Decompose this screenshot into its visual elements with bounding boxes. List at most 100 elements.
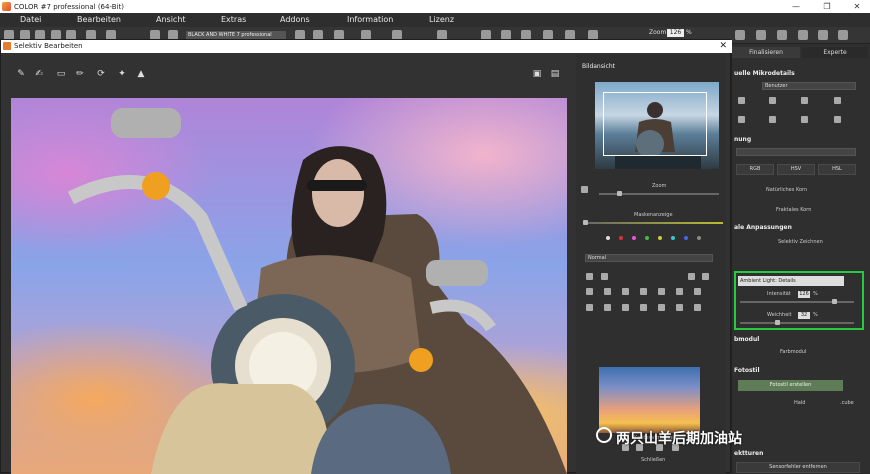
- grain-fractal-label[interactable]: Fraktales Korn: [776, 207, 811, 213]
- brush-hard-icon[interactable]: [604, 288, 611, 295]
- menu-addons[interactable]: Addons: [280, 15, 310, 24]
- fit-icon[interactable]: [735, 30, 745, 40]
- split-view-icon[interactable]: [756, 30, 766, 40]
- mask-clear-icon[interactable]: [604, 304, 611, 311]
- preview-panel: Bildansicht Zoom Maskenanzeige Normal Ka…: [576, 54, 726, 474]
- magic-wand-icon[interactable]: ✦: [117, 69, 127, 79]
- brush-feather-icon[interactable]: [640, 288, 647, 295]
- grain-natural-label[interactable]: Natürliches Korn: [766, 187, 807, 193]
- softness-slider[interactable]: [740, 320, 854, 325]
- mask-color-cyan[interactable]: [671, 236, 675, 240]
- maximize-icon[interactable]: ❐: [815, 0, 839, 13]
- preview-selection-frame[interactable]: [603, 92, 707, 156]
- tab-finalisieren[interactable]: Finalisieren: [732, 47, 800, 58]
- panel-icon[interactable]: [798, 30, 808, 40]
- mask-save-icon[interactable]: ▤: [550, 69, 560, 79]
- brush-flow-icon[interactable]: [658, 288, 665, 295]
- sensor-fix-button[interactable]: Sensorfehler entfernen: [736, 462, 860, 473]
- fullscreen-icon[interactable]: [777, 30, 787, 40]
- mask-edge-icon[interactable]: [694, 304, 701, 311]
- dialog-close-icon[interactable]: ✕: [719, 40, 727, 53]
- right-panel: Finalisieren Experte uelle Mikrodetails …: [731, 44, 870, 473]
- mask-color-yellow[interactable]: [658, 236, 662, 240]
- zoom-input[interactable]: 126: [667, 29, 684, 37]
- undo-brush-icon[interactable]: [586, 273, 593, 280]
- menu-icon[interactable]: [838, 30, 848, 40]
- redo-brush-icon[interactable]: [601, 273, 608, 280]
- softness-input[interactable]: 32: [798, 312, 810, 319]
- close-button[interactable]: Schließen: [641, 457, 665, 463]
- eraser-icon[interactable]: ▭: [56, 69, 66, 79]
- mask-color-gray[interactable]: [697, 236, 701, 240]
- hills-icon[interactable]: [801, 97, 808, 104]
- micro-preset-select[interactable]: Benutzer: [762, 82, 856, 90]
- mask-display-slider[interactable]: [583, 220, 723, 225]
- micro-section-title: uelle Mikrodetails: [734, 70, 795, 77]
- preview-zoom-slider[interactable]: [599, 191, 719, 196]
- brush-opacity-icon[interactable]: [676, 288, 683, 295]
- mask-blur-icon[interactable]: [640, 304, 647, 311]
- brush-size-icon[interactable]: [586, 288, 593, 295]
- intensity-input[interactable]: 126: [798, 291, 810, 298]
- ambient-mode-select[interactable]: Ambient Light: Details: [738, 276, 844, 286]
- mask-color-red[interactable]: [619, 236, 623, 240]
- brush-icon[interactable]: ✎: [16, 69, 26, 79]
- preview-nav-icon[interactable]: [581, 186, 588, 193]
- watermark-text: 两只山羊后期加油站: [616, 431, 742, 447]
- brush-presets-icon[interactable]: [702, 273, 709, 280]
- help-icon[interactable]: [818, 30, 828, 40]
- person-icon[interactable]: [801, 116, 808, 123]
- mask-contract-icon[interactable]: [676, 304, 683, 311]
- menu-lizenz[interactable]: Lizenz: [429, 15, 454, 24]
- menu-ansicht[interactable]: Ansicht: [156, 15, 186, 24]
- soft-brush-icon[interactable]: ✍: [34, 69, 44, 79]
- lasso-icon[interactable]: ⟳: [96, 69, 106, 79]
- portrait-icon[interactable]: [738, 116, 745, 123]
- brush-options-icon[interactable]: [688, 273, 695, 280]
- tree-icon[interactable]: [769, 116, 776, 123]
- menu-datei[interactable]: Datei: [20, 15, 41, 24]
- image-canvas[interactable]: [11, 98, 567, 474]
- mask-load-icon[interactable]: ▣: [532, 69, 542, 79]
- dialog-title-bar: Selektiv Bearbeiten ✕: [1, 40, 732, 53]
- brush-edge-icon[interactable]: [694, 288, 701, 295]
- mask-invert-icon[interactable]: [586, 304, 593, 311]
- dialog-icon: [3, 42, 11, 50]
- color-module-label[interactable]: Farbmodul: [780, 349, 806, 355]
- menu-extras[interactable]: Extras: [221, 15, 246, 24]
- dialog-title: Selektiv Bearbeiten: [14, 42, 83, 50]
- tab-experte[interactable]: Experte: [802, 47, 868, 58]
- menu-bearbeiten[interactable]: Bearbeiten: [77, 15, 121, 24]
- gradient-icon[interactable]: ✏: [75, 69, 85, 79]
- minimize-icon[interactable]: —: [784, 0, 808, 13]
- intensity-knob[interactable]: [832, 299, 837, 304]
- color-section-title: nung: [734, 136, 752, 143]
- hsv-button[interactable]: HSV: [777, 164, 815, 175]
- mask-color-pink[interactable]: [632, 236, 636, 240]
- landscape-icon[interactable]: [769, 97, 776, 104]
- create-fotostil-button[interactable]: Fotostil erstellen: [738, 380, 843, 391]
- menu-information[interactable]: Information: [347, 15, 393, 24]
- preview-thumbnail[interactable]: [595, 82, 719, 169]
- horse-icon[interactable]: [834, 97, 841, 104]
- mountain-icon[interactable]: [738, 97, 745, 104]
- brush-soft-icon[interactable]: [622, 288, 629, 295]
- softness-knob[interactable]: [775, 320, 780, 325]
- intensity-slider[interactable]: [740, 299, 854, 304]
- mask-fill-icon[interactable]: [622, 304, 629, 311]
- hsl-button[interactable]: HSL: [818, 164, 856, 175]
- softness-unit: %: [813, 312, 818, 318]
- rgb-button[interactable]: RGB: [736, 164, 774, 175]
- mask-color-blue[interactable]: [684, 236, 688, 240]
- star-icon[interactable]: [834, 116, 841, 123]
- mask-color-white[interactable]: [606, 236, 610, 240]
- blend-mode-select[interactable]: Normal: [585, 254, 713, 262]
- window-title-bar: COLOR #7 professional (64-Bit) — ❐ ✕: [0, 0, 870, 13]
- mask-color-green[interactable]: [645, 236, 649, 240]
- fill-icon[interactable]: ▲: [136, 69, 146, 79]
- mask-expand-icon[interactable]: [658, 304, 665, 311]
- selective-draw-label[interactable]: Selektiv Zeichnen: [778, 239, 823, 245]
- close-icon[interactable]: ✕: [845, 0, 869, 13]
- preview-zoom-knob[interactable]: [617, 191, 622, 196]
- mask-knob[interactable]: [583, 220, 588, 225]
